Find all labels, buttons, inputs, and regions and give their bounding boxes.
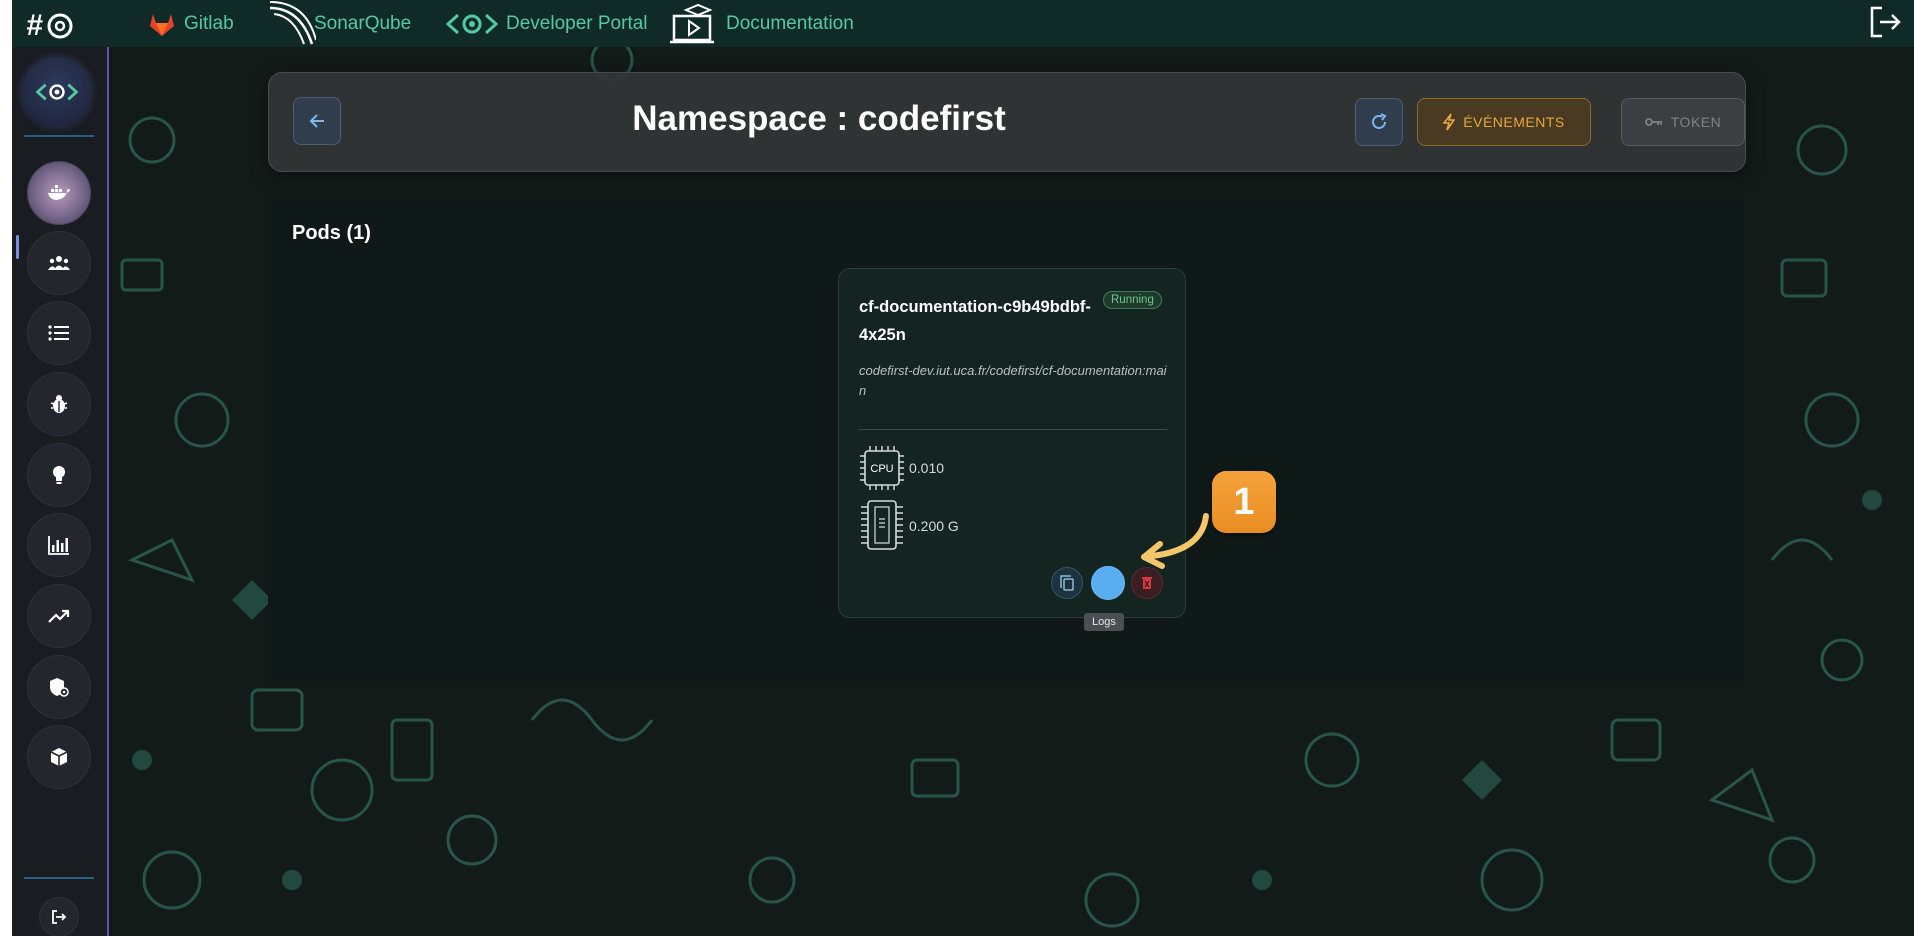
events-button[interactable]: ÉVÉNEMENTS	[1417, 98, 1591, 146]
docker-icon	[48, 185, 70, 200]
shield-icon	[50, 678, 69, 697]
token-button-label: TOKEN	[1670, 114, 1722, 130]
copy-icon	[1060, 575, 1074, 591]
key-icon	[1644, 118, 1662, 126]
copy-button[interactable]	[1051, 567, 1083, 599]
gitlab-icon	[150, 13, 174, 36]
developer-portal-icon	[36, 83, 78, 101]
developer-portal-icon	[446, 13, 498, 34]
sidebar	[12, 47, 109, 936]
cube-icon	[50, 748, 68, 766]
nav-developer-portal-label: Developer Portal	[506, 12, 648, 34]
refresh-button[interactable]	[1355, 98, 1403, 146]
nav-gitlab-label: Gitlab	[184, 12, 234, 34]
sidebar-active-indicator	[16, 235, 19, 259]
step-marker: 1	[1212, 471, 1276, 533]
memory-icon	[861, 500, 903, 550]
status-badge: Running	[1103, 291, 1162, 309]
list-icon	[48, 325, 69, 341]
memory-value: 0.200 G	[909, 518, 959, 534]
pod-image: codefirst-dev.iut.uca.fr/codefirst/cf-do…	[859, 363, 1167, 398]
sidebar-divider	[24, 877, 94, 879]
nav-sonarqube-label: SonarQube	[314, 12, 412, 34]
sidebar-item-list[interactable]	[27, 301, 91, 365]
logout-icon	[52, 910, 67, 924]
lightning-icon	[1443, 113, 1456, 131]
sidebar-item-trending[interactable]	[27, 584, 91, 648]
nav-documentation-link[interactable]: Documentation	[668, 0, 854, 47]
trash-icon	[1142, 577, 1152, 589]
codefirst-logo-icon[interactable]: #	[24, 6, 76, 42]
sidebar-item-security[interactable]	[27, 655, 91, 719]
sidebar-item-chart[interactable]	[27, 513, 91, 577]
sidebar-divider	[24, 135, 94, 137]
logout-icon[interactable]	[1868, 4, 1902, 40]
documentation-icon	[670, 3, 714, 43]
top-navigation-bar: # Gitlab SonarQube Developer Portal Docu…	[12, 0, 1914, 47]
svg-text:#: #	[26, 9, 43, 42]
cpu-icon-label: CPU	[870, 463, 893, 475]
refresh-icon	[1372, 113, 1387, 129]
trending-up-icon	[48, 609, 70, 623]
sidebar-item-docker[interactable]	[27, 161, 91, 225]
nav-developer-portal-link[interactable]: Developer Portal	[446, 0, 648, 47]
nav-sonarqube-link[interactable]: SonarQube	[266, 0, 411, 47]
sidebar-item-lightbulb[interactable]	[27, 443, 91, 507]
arrow-left-icon	[309, 114, 324, 128]
page-title: Namespace : codefirst	[632, 99, 1006, 138]
back-button[interactable]	[293, 97, 341, 145]
card-divider	[859, 429, 1167, 430]
logs-button[interactable]	[1091, 566, 1125, 600]
events-button-label: ÉVÉNEMENTS	[1463, 114, 1565, 130]
pod-name: cf-documentation-c9b49bdbf-4x25n	[859, 298, 1091, 344]
namespace-header: Namespace : codefirst ÉVÉNEMENTS TOKEN	[268, 72, 1746, 172]
sidebar-logo[interactable]	[22, 57, 92, 127]
cpu-value: 0.010	[909, 460, 945, 476]
sidebar-item-bug[interactable]	[27, 372, 91, 436]
pods-heading: Pods (1)	[292, 222, 371, 244]
annotation-arrow-icon	[1141, 513, 1209, 569]
logs-tooltip: Logs	[1084, 613, 1124, 631]
token-button[interactable]: TOKEN	[1621, 98, 1745, 146]
lightbulb-icon	[53, 466, 65, 484]
app-window: # Gitlab SonarQube Developer Portal Docu…	[12, 0, 1914, 936]
bug-icon	[50, 395, 68, 413]
nav-gitlab-link[interactable]: Gitlab	[148, 0, 234, 47]
sidebar-item-package[interactable]	[27, 725, 91, 789]
pods-section: Pods (1) cf-documentation-c9b49bdbf-4x25…	[268, 198, 1744, 682]
nav-documentation-label: Documentation	[726, 12, 854, 34]
sidebar-logout-button[interactable]	[39, 897, 79, 936]
sidebar-item-users[interactable]	[27, 231, 91, 295]
bar-chart-icon	[48, 536, 69, 555]
cpu-icon: CPU	[860, 446, 904, 490]
users-icon	[48, 256, 70, 270]
delete-button[interactable]	[1131, 567, 1163, 599]
sonarqube-icon	[269, 1, 316, 45]
